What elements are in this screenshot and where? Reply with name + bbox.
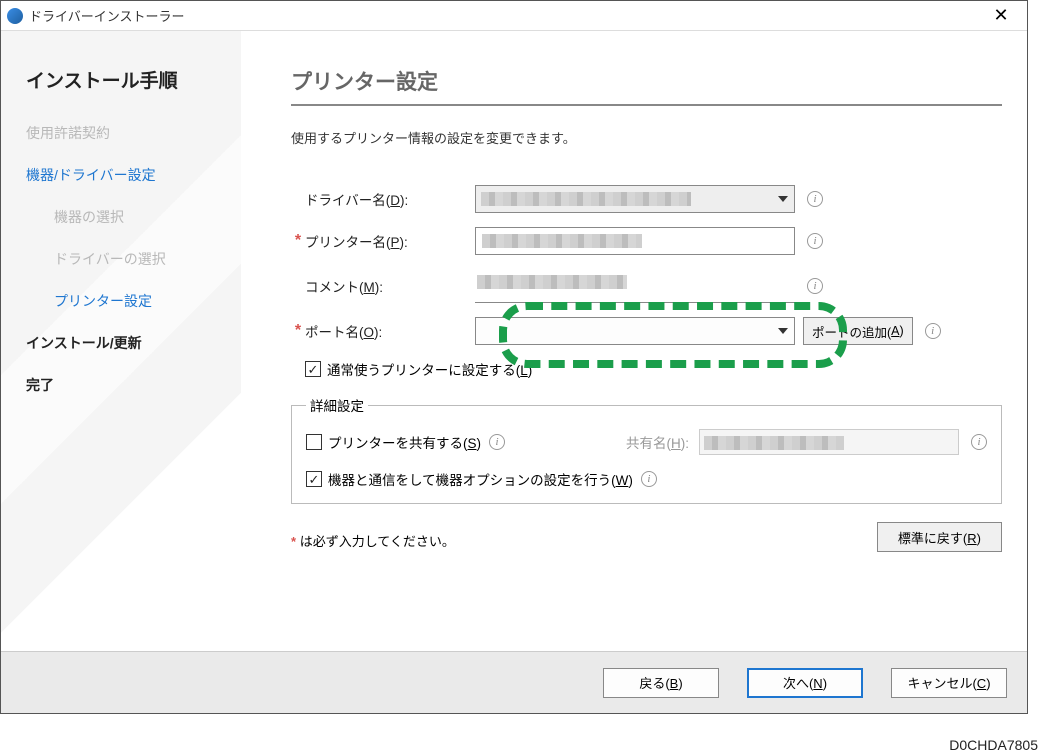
- nav-device-driver[interactable]: 機器/ドライバー設定: [26, 165, 231, 185]
- required-marker: *: [291, 322, 305, 340]
- page-description: 使用するプリンター情報の設定を変更できます。: [291, 128, 1002, 147]
- required-footnote: * は必ず入力してください。: [291, 531, 455, 550]
- info-icon[interactable]: i: [641, 471, 657, 487]
- driver-name-select[interactable]: [475, 185, 795, 213]
- required-marker: *: [291, 232, 305, 250]
- detail-fieldset: 詳細設定 プリンターを共有する(S) i 共有名(H): i 機器と通信をして: [291, 395, 1002, 504]
- back-button[interactable]: 戻る(B): [603, 668, 719, 698]
- comm-option-checkbox[interactable]: [306, 471, 322, 487]
- page-title: プリンター設定: [291, 66, 1002, 106]
- window-title: ドライバーインストーラー: [29, 6, 184, 25]
- cancel-button[interactable]: キャンセル(C): [891, 668, 1007, 698]
- nav-select-device: 機器の選択: [26, 207, 231, 227]
- share-name-label: 共有名(H):: [626, 432, 689, 452]
- nav-select-driver: ドライバーの選択: [26, 249, 231, 269]
- nav-complete: 完了: [26, 375, 231, 395]
- sidebar-title: インストール手順: [26, 66, 231, 93]
- default-printer-label: 通常使うプリンターに設定する(L): [327, 359, 532, 379]
- driver-name-label: ドライバー名(D):: [305, 189, 475, 209]
- nav-printer-settings[interactable]: プリンター設定: [26, 291, 231, 311]
- comm-option-label: 機器と通信をして機器オプションの設定を行う(W): [328, 469, 633, 489]
- comment-input[interactable]: [475, 275, 795, 303]
- detail-legend: 詳細設定: [306, 395, 368, 415]
- next-button[interactable]: 次へ(N): [747, 668, 863, 698]
- port-name-select[interactable]: [475, 317, 795, 345]
- port-name-label: ポート名(O):: [305, 321, 475, 341]
- printer-name-input[interactable]: [475, 227, 795, 255]
- info-icon[interactable]: i: [489, 434, 505, 450]
- nav-license: 使用許諾契約: [26, 123, 231, 143]
- chevron-down-icon: [778, 196, 788, 202]
- info-icon[interactable]: i: [807, 278, 823, 294]
- share-printer-label: プリンターを共有する(S): [328, 432, 481, 452]
- close-button[interactable]: ✕: [981, 2, 1021, 30]
- share-printer-checkbox[interactable]: [306, 434, 322, 450]
- main-panel: プリンター設定 使用するプリンター情報の設定を変更できます。 ドライバー名(D)…: [241, 31, 1027, 651]
- app-icon: [7, 8, 23, 24]
- share-name-input: [699, 429, 959, 455]
- info-icon[interactable]: i: [807, 191, 823, 207]
- footer: 戻る(B) 次へ(N) キャンセル(C): [1, 651, 1027, 713]
- installer-window: ドライバーインストーラー ✕ インストール手順 使用許諾契約 機器/ドライバー設…: [0, 0, 1028, 714]
- default-printer-checkbox[interactable]: [305, 361, 321, 377]
- printer-name-label: プリンター名(P):: [305, 231, 475, 251]
- info-icon[interactable]: i: [971, 434, 987, 450]
- nav-install-update: インストール/更新: [26, 333, 231, 353]
- comment-label: コメント(M):: [305, 276, 475, 296]
- add-port-button[interactable]: ポートの追加(A): [803, 317, 913, 345]
- info-icon[interactable]: i: [925, 323, 941, 339]
- sidebar: インストール手順 使用許諾契約 機器/ドライバー設定 機器の選択 ドライバーの選…: [1, 31, 241, 651]
- chevron-down-icon: [778, 328, 788, 334]
- titlebar: ドライバーインストーラー ✕: [1, 1, 1027, 31]
- info-icon[interactable]: i: [807, 233, 823, 249]
- document-id: D0CHDA7805: [949, 737, 1038, 753]
- reset-button[interactable]: 標準に戻す(R): [877, 522, 1002, 552]
